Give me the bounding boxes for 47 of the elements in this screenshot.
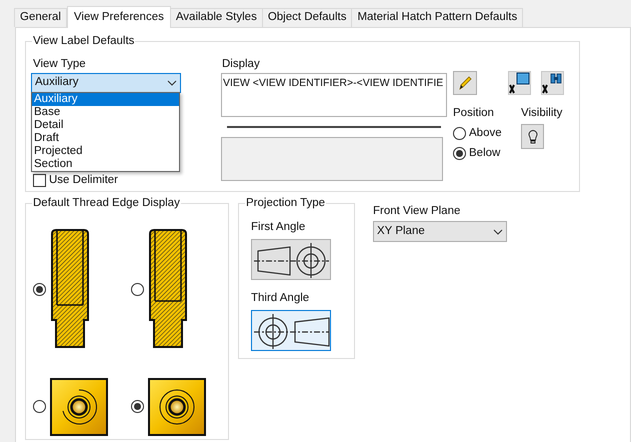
group-title: Default Thread Edge Display	[32, 196, 181, 210]
find-field-button[interactable]	[541, 71, 564, 95]
field-label: View Type	[33, 57, 87, 71]
radio-label: Above	[469, 126, 502, 140]
radio-button[interactable]	[453, 126, 466, 140]
insert-field-button[interactable]	[508, 71, 531, 95]
field-label: Display	[222, 57, 261, 71]
option-label: Third Angle	[251, 291, 310, 305]
light-bulb-icon	[528, 130, 538, 144]
option-label: First Angle	[251, 220, 306, 234]
field-label: Position	[453, 106, 495, 120]
radio-button[interactable]	[130, 400, 144, 414]
field-label: Visibility	[521, 106, 562, 120]
tab[interactable]: General	[14, 8, 67, 27]
checkbox[interactable]	[33, 174, 46, 187]
thread-end-view-drawing	[50, 378, 108, 436]
group-title: Projection Type	[245, 196, 326, 210]
dropdown-option[interactable]: Base	[32, 106, 179, 119]
projection-option[interactable]	[251, 239, 331, 280]
display-text-box[interactable]: VIEW <VIEW IDENTIFIER>-<VIEW IDENTIFIE	[221, 73, 447, 117]
dropdown-option[interactable]: Section	[32, 158, 179, 171]
visibility-button[interactable]	[521, 124, 544, 149]
dropdown-option[interactable]: Projected	[32, 145, 179, 158]
view-type-dropdown[interactable]: Auxiliary	[31, 73, 181, 93]
projection-symbol-icon	[252, 240, 330, 278]
projection-symbol-icon	[252, 312, 330, 350]
dropdown-option[interactable]: Draft	[32, 132, 179, 145]
dropdown-option[interactable]: Auxiliary	[32, 93, 179, 106]
radio-button[interactable]	[130, 282, 144, 296]
pencil-button[interactable]	[453, 71, 477, 95]
projection-option[interactable]	[251, 310, 331, 351]
front-view-plane-dropdown[interactable]: XY Plane	[373, 221, 507, 242]
radio-button[interactable]	[33, 282, 46, 296]
thread-end-view-drawing	[148, 378, 206, 436]
pencil-icon	[457, 75, 473, 91]
radio-button[interactable]	[453, 146, 466, 160]
variable-frame-icon	[509, 72, 530, 94]
chevron-down-icon	[493, 228, 503, 234]
radio-button[interactable]	[33, 400, 46, 414]
dropdown-option[interactable]: Detail	[32, 119, 179, 132]
binoculars-icon	[542, 72, 563, 94]
tab[interactable]: View Preferences	[66, 6, 171, 28]
checkbox-label: Use Delimiter	[49, 174, 118, 187]
field-label: Front View Plane	[373, 204, 462, 218]
radio-label: Below	[469, 146, 500, 160]
tab[interactable]: Material Hatch Pattern Defaults	[351, 8, 524, 27]
chevron-down-icon	[167, 80, 177, 86]
